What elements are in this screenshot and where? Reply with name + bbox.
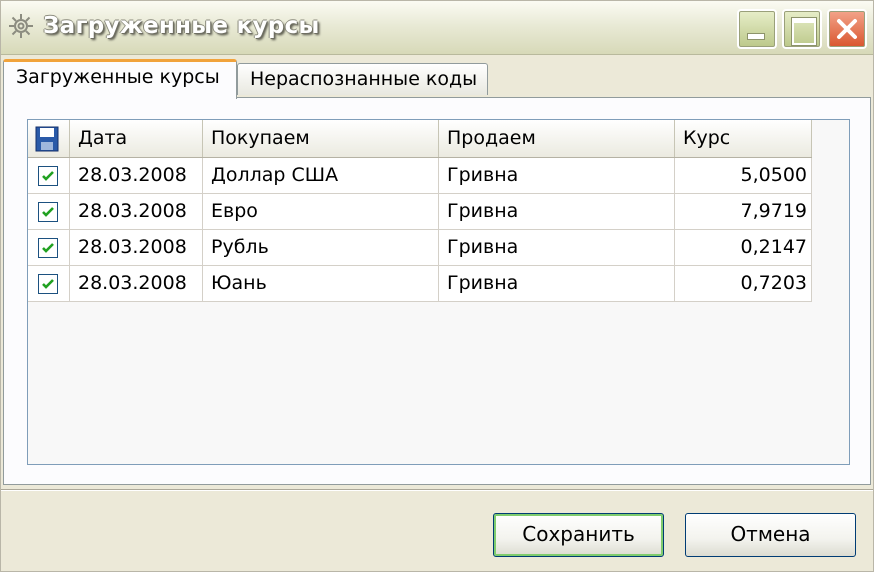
buy-cell[interactable]: Юань	[203, 266, 439, 301]
rate-cell[interactable]: 0,2147	[675, 230, 812, 265]
table-row[interactable]: 28.03.2008 Доллар США Гривна 5,0500	[28, 158, 812, 194]
rate-cell[interactable]: 7,9719	[675, 194, 812, 229]
tab-loaded-rates[interactable]: Загруженные курсы	[3, 59, 237, 99]
column-header-date[interactable]: Дата	[70, 120, 203, 157]
rate-cell[interactable]: 5,0500	[675, 158, 812, 193]
close-icon	[837, 19, 857, 39]
footer-divider	[1, 489, 873, 491]
sell-cell[interactable]: Гривна	[439, 158, 675, 193]
checkbox-checked-icon[interactable]	[38, 202, 58, 222]
tab-unrecognized-codes[interactable]: Нераспознанные коды	[237, 63, 488, 95]
rate-cell[interactable]: 0,7203	[675, 266, 812, 301]
buy-cell[interactable]: Доллар США	[203, 158, 439, 193]
column-header-rate[interactable]: Курс	[675, 120, 812, 157]
date-cell[interactable]: 28.03.2008	[70, 194, 203, 229]
table-row[interactable]: 28.03.2008 Юань Гривна 0,7203	[28, 266, 812, 302]
minimize-button[interactable]	[737, 9, 777, 49]
checkbox-checked-icon[interactable]	[38, 166, 58, 186]
table-row[interactable]: 28.03.2008 Евро Гривна 7,9719	[28, 194, 812, 230]
buy-cell[interactable]: Рубль	[203, 230, 439, 265]
checkbox-checked-icon[interactable]	[38, 274, 58, 294]
date-cell[interactable]: 28.03.2008	[70, 158, 203, 193]
column-header-buy[interactable]: Покупаем	[203, 120, 439, 157]
window-title: Загруженные курсы	[43, 13, 320, 39]
dialog-window: Загруженные курсы Загруженные курсы Нера…	[0, 0, 874, 572]
sell-cell[interactable]: Гривна	[439, 194, 675, 229]
close-button[interactable]	[827, 9, 867, 49]
column-header-sell[interactable]: Продаем	[439, 120, 675, 157]
row-select-cell[interactable]	[28, 158, 70, 193]
row-select-cell[interactable]	[28, 194, 70, 229]
title-bar[interactable]: Загруженные курсы	[1, 1, 873, 55]
maximize-button[interactable]	[782, 9, 822, 49]
save-button[interactable]: Сохранить	[493, 513, 664, 557]
sell-cell[interactable]: Гривна	[439, 230, 675, 265]
sell-cell[interactable]: Гривна	[439, 266, 675, 301]
date-cell[interactable]: 28.03.2008	[70, 230, 203, 265]
rates-grid[interactable]: Дата Покупаем Продаем Курс 28.03.2008 До…	[27, 119, 850, 465]
gear-icon	[9, 14, 33, 38]
date-cell[interactable]: 28.03.2008	[70, 266, 203, 301]
row-select-cell[interactable]	[28, 266, 70, 301]
cancel-button[interactable]: Отмена	[685, 513, 856, 557]
grid-header: Дата Покупаем Продаем Курс	[28, 120, 812, 158]
buy-cell[interactable]: Евро	[203, 194, 439, 229]
table-row[interactable]: 28.03.2008 Рубль Гривна 0,2147	[28, 230, 812, 266]
row-select-cell[interactable]	[28, 230, 70, 265]
floppy-disk-icon	[35, 126, 59, 152]
select-column-header[interactable]	[28, 120, 70, 157]
checkbox-checked-icon[interactable]	[38, 238, 58, 258]
